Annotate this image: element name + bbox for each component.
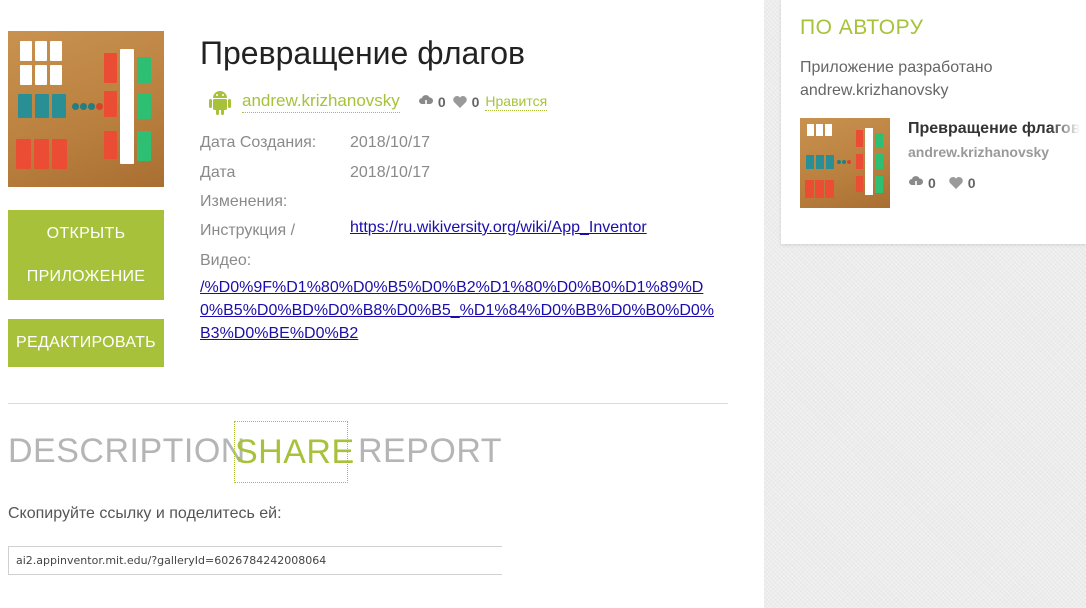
open-app-label-line1: ОТКРЫТЬ <box>46 225 126 242</box>
like-button[interactable]: Нравится <box>485 93 548 111</box>
share-label: Скопируйте ссылку и поделитесь ей: <box>8 505 282 522</box>
instruction-link[interactable]: https://ru.wikiversity.org/wiki/App_Inve… <box>350 219 647 237</box>
main-content: ОТКРЫТЬ ПРИЛОЖЕНИЕ РЕДАКТИРОВАТЬ Превращ… <box>0 0 764 608</box>
created-value: 2018/10/17 <box>350 134 431 151</box>
share-url-input[interactable] <box>8 546 502 575</box>
changed-label-2: Изменения: <box>200 193 288 210</box>
open-app-button[interactable]: ОТКРЫТЬ ПРИЛОЖЕНИЕ <box>8 210 164 300</box>
edit-button[interactable]: РЕДАКТИРОВАТЬ <box>8 319 164 367</box>
cloud-download-icon <box>418 95 433 109</box>
page-title: Превращение флагов <box>200 35 526 71</box>
changed-label: Дата <box>200 164 236 181</box>
open-app-label-line2: ПРИЛОЖЕНИЕ <box>26 268 146 285</box>
video-label: Видео: <box>200 252 252 269</box>
related-app-stats: 0 0 <box>908 175 976 191</box>
video-link[interactable]: /%D0%9F%D1%80%D0%B5%D0%B2%D1%80%D0%B0%D1… <box>200 276 720 345</box>
heart-icon <box>949 177 963 189</box>
cloud-download-icon <box>909 176 924 190</box>
related-app-thumbnail[interactable] <box>800 118 890 208</box>
instruction-label: Инструкция / <box>200 222 296 239</box>
author-row: andrew.krizhanovsky 0 0 Нравится <box>208 88 548 116</box>
related-app-title[interactable]: Превращение флагов <box>908 120 1080 138</box>
panel-description: Приложение разработано andrew.krizhanovs… <box>800 56 1070 102</box>
related-download-count: 0 <box>928 175 936 191</box>
changed-value: 2018/10/17 <box>350 164 431 181</box>
android-icon <box>209 91 231 115</box>
related-app-author[interactable]: andrew.krizhanovsky <box>908 144 1049 160</box>
tab-report[interactable]: REPORT <box>358 421 502 481</box>
like-count: 0 <box>471 94 480 110</box>
related-like-count: 0 <box>967 175 976 191</box>
panel-desc-line2: andrew.krizhanovsky <box>800 82 949 99</box>
panel-desc-line1: Приложение разработано <box>800 59 993 76</box>
author-link[interactable]: andrew.krizhanovsky <box>242 91 400 113</box>
heart-icon <box>452 96 467 108</box>
app-thumbnail <box>8 31 164 187</box>
panel-title: ПО АВТОРУ <box>800 16 924 39</box>
download-count: 0 <box>437 94 446 110</box>
tab-description[interactable]: DESCRIPTION <box>8 421 246 481</box>
divider <box>8 403 728 404</box>
tab-share[interactable]: SHARE <box>234 421 354 483</box>
created-label: Дата Создания: <box>200 134 317 151</box>
author-panel: ПО АВТОРУ Приложение разработано andrew.… <box>781 0 1086 244</box>
